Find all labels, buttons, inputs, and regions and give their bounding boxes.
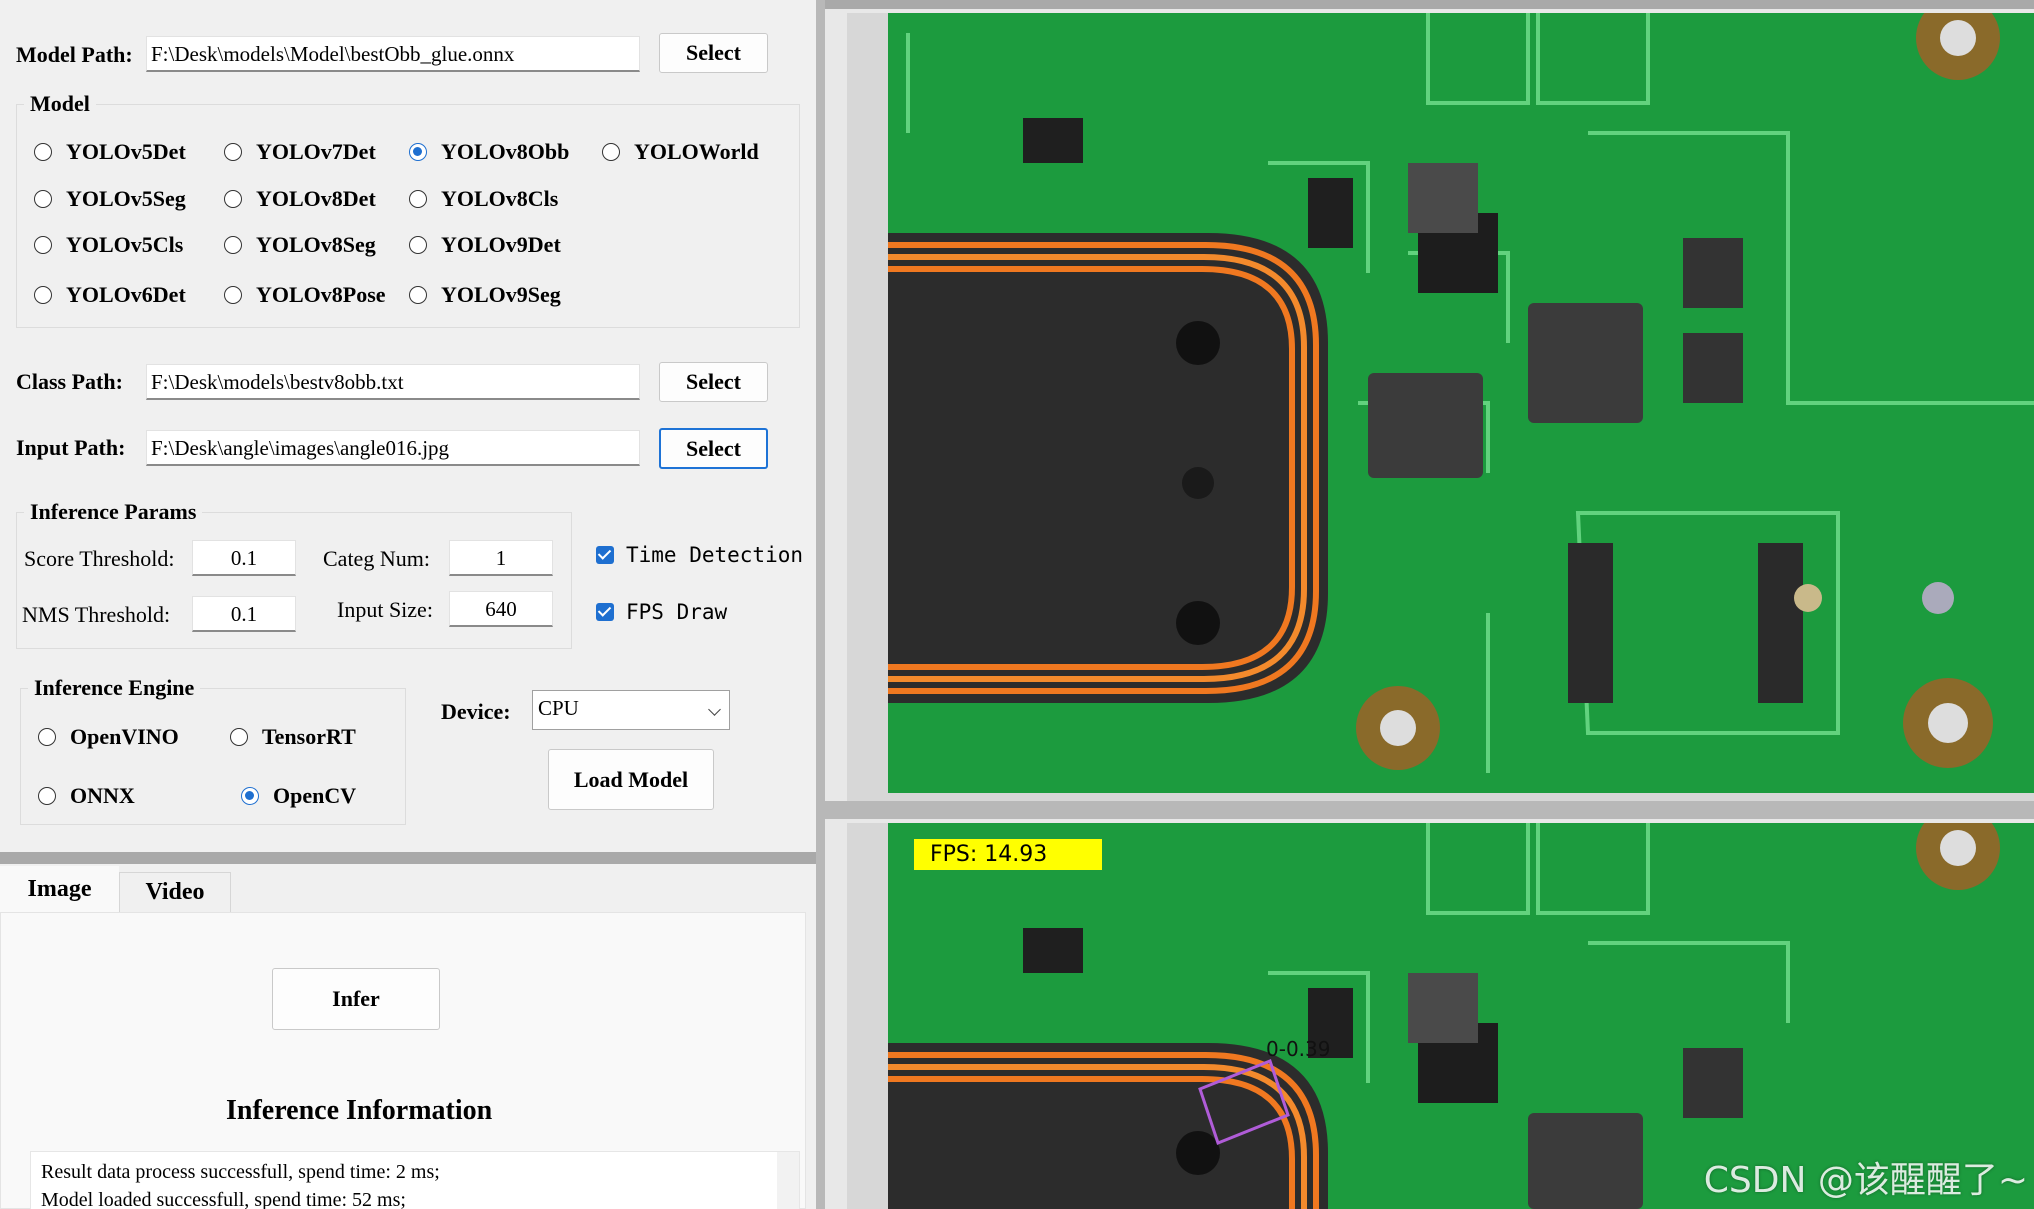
radio-openvino[interactable]: OpenVINO — [38, 724, 179, 750]
checkbox-checked-icon — [596, 603, 614, 621]
log-line: Result data process successfull, spend t… — [41, 1161, 440, 1183]
model-path-input[interactable]: F:\Desk\models\Model\bestObb_glue.onnx — [146, 36, 640, 72]
radio-tensorrt[interactable]: TensorRT — [230, 724, 356, 750]
radio-circle — [34, 286, 52, 304]
nms-threshold-label: NMS Threshold: — [22, 602, 171, 627]
radio-yoloworld[interactable]: YOLOWorld — [602, 139, 759, 165]
radio-circle — [230, 728, 248, 746]
inference-info-title: Inference Information — [226, 1095, 493, 1126]
tab-bar: Image Video — [0, 866, 816, 912]
class-path-input[interactable]: F:\Desk\models\bestv8obb.txt — [146, 364, 640, 400]
radio-yolov8pose[interactable]: YOLOv8Pose — [224, 282, 386, 308]
score-threshold-input[interactable]: 0.1 — [192, 540, 296, 576]
radio-circle — [38, 728, 56, 746]
categ-num-label: Categ Num: — [323, 546, 430, 571]
time-detection-checkbox[interactable]: Time Detection — [596, 543, 803, 567]
radio-yolov8seg[interactable]: YOLOv8Seg — [224, 232, 376, 258]
radio-circle — [224, 143, 242, 161]
radio-opencv[interactable]: OpenCV — [241, 783, 356, 809]
vertical-splitter[interactable] — [816, 0, 825, 1209]
pane-divider — [825, 801, 2034, 819]
tab-image[interactable]: Image — [0, 866, 119, 912]
radio-circle — [34, 143, 52, 161]
radio-yolov6det[interactable]: YOLOv6Det — [34, 282, 186, 308]
score-threshold-label: Score Threshold: — [24, 546, 175, 571]
infer-button[interactable]: Infer — [272, 968, 440, 1030]
input-size-label: Input Size: — [337, 597, 433, 622]
class-path-select-button[interactable]: Select — [659, 362, 768, 402]
radio-yolov9det[interactable]: YOLOv9Det — [409, 232, 561, 258]
nms-threshold-input[interactable]: 0.1 — [192, 596, 296, 632]
radio-onnx[interactable]: ONNX — [38, 783, 135, 809]
categ-num-input[interactable]: 1 — [449, 540, 553, 576]
load-model-button[interactable]: Load Model — [548, 749, 714, 810]
detection-label: 0-0.39 — [1266, 1037, 1331, 1061]
scrollbar[interactable] — [777, 1152, 799, 1209]
class-path-label: Class Path: — [16, 369, 123, 394]
input-pcb-image — [888, 13, 2034, 793]
splitter[interactable] — [0, 852, 816, 864]
radio-circle — [38, 787, 56, 805]
input-path-input[interactable]: F:\Desk\angle\images\angle016.jpg — [146, 430, 640, 466]
model-group-title: Model — [24, 91, 96, 117]
radio-circle — [409, 236, 427, 254]
model-path-select-button[interactable]: Select — [659, 33, 768, 73]
checkbox-checked-icon — [596, 546, 614, 564]
radio-yolov8det[interactable]: YOLOv8Det — [224, 186, 376, 212]
radio-yolov8cls[interactable]: YOLOv8Cls — [409, 186, 558, 212]
radio-yolov5seg[interactable]: YOLOv5Seg — [34, 186, 186, 212]
result-pcb-image: FPS: 14.93 0-0.39 CSDN @该醒醒了~ — [888, 823, 2034, 1209]
radio-circle — [34, 190, 52, 208]
radio-circle — [409, 286, 427, 304]
inference-info-log: Result data process successfull, spend t… — [30, 1151, 800, 1209]
radio-circle — [224, 236, 242, 254]
fps-draw-checkbox[interactable]: FPS Draw — [596, 600, 727, 624]
device-select[interactable]: CPU — [532, 690, 730, 730]
radio-circle — [409, 190, 427, 208]
radio-circle-selected — [409, 143, 427, 161]
radio-yolov8obb[interactable]: YOLOv8Obb — [409, 139, 569, 165]
radio-yolov7det[interactable]: YOLOv7Det — [224, 139, 376, 165]
log-line: Model loaded successfull, spend time: 52… — [41, 1189, 406, 1209]
radio-circle — [224, 286, 242, 304]
radio-yolov9seg[interactable]: YOLOv9Seg — [409, 282, 561, 308]
radio-circle-selected — [241, 787, 259, 805]
engine-group-title: Inference Engine — [28, 675, 201, 701]
model-path-label: Model Path: — [16, 42, 133, 67]
tab-video[interactable]: Video — [119, 872, 231, 912]
input-path-select-button[interactable]: Select — [659, 428, 768, 469]
radio-yolov5det[interactable]: YOLOv5Det — [34, 139, 186, 165]
params-group-title: Inference Params — [24, 499, 203, 525]
chevron-down-icon — [708, 703, 721, 716]
radio-circle — [602, 143, 620, 161]
radio-circle — [34, 236, 52, 254]
watermark: CSDN @该醒醒了~ — [1703, 1160, 2028, 1201]
input-path-label: Input Path: — [16, 435, 126, 460]
radio-circle — [224, 190, 242, 208]
control-panel: Model Path: F:\Desk\models\Model\bestObb… — [0, 0, 816, 1209]
fps-overlay: FPS: 14.93 — [914, 839, 1102, 870]
radio-yolov5cls[interactable]: YOLOv5Cls — [34, 232, 183, 258]
image-tab-panel: Infer Inference Information Result data … — [0, 912, 806, 1209]
input-size-input[interactable]: 640 — [449, 591, 553, 627]
device-label: Device: — [441, 699, 511, 724]
